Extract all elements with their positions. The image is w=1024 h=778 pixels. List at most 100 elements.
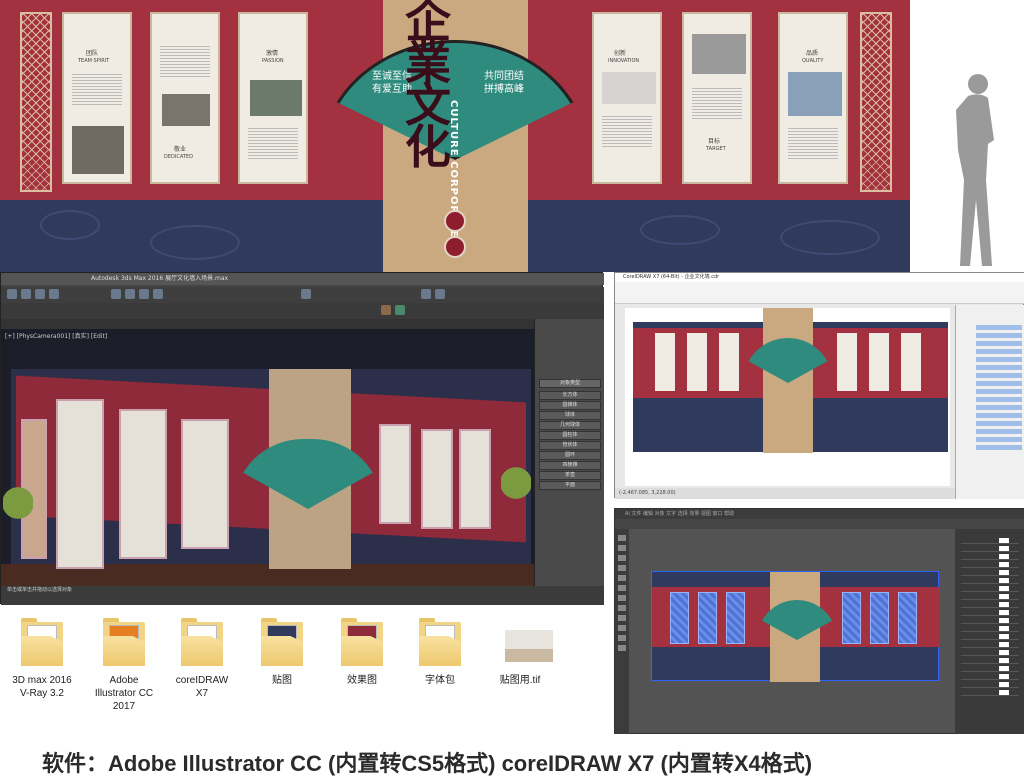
layer-row[interactable]	[961, 561, 1019, 568]
culture-panel: 目标 TARGET	[682, 12, 752, 184]
cmd-item[interactable]: 四棱锥	[539, 461, 601, 470]
unlink-icon[interactable]	[49, 289, 59, 299]
layer-row[interactable]	[961, 657, 1019, 664]
artboard[interactable]	[651, 571, 940, 682]
object-row[interactable]	[976, 405, 1022, 410]
panel-title-cn: 目标	[708, 138, 721, 145]
object-row[interactable]	[976, 349, 1022, 354]
rotate-icon[interactable]	[139, 289, 149, 299]
canvas-panel	[901, 333, 921, 391]
layer-row[interactable]	[961, 665, 1019, 672]
layer-row[interactable]	[961, 537, 1019, 544]
scene-panel	[421, 429, 453, 529]
tools-panel	[615, 529, 629, 735]
object-row[interactable]	[976, 421, 1022, 426]
cmd-item[interactable]: 长方体	[539, 391, 601, 400]
object-row[interactable]	[976, 341, 1022, 346]
render-icon[interactable]	[421, 289, 431, 299]
object-row[interactable]	[976, 333, 1022, 338]
folder-icon	[181, 618, 223, 668]
layer-row[interactable]	[961, 625, 1019, 632]
object-row[interactable]	[976, 429, 1022, 434]
viewport[interactable]: [+] [PhysCamera001] [真实] [Edit]	[1, 329, 534, 586]
scale-icon[interactable]	[153, 289, 163, 299]
layer-row[interactable]	[961, 585, 1019, 592]
render-setup-icon[interactable]	[435, 289, 445, 299]
scene-panel	[379, 424, 411, 524]
type-tool-icon[interactable]	[618, 565, 626, 571]
layer-row[interactable]	[961, 609, 1019, 616]
scale-tool-icon[interactable]	[618, 605, 626, 611]
file-item-tif[interactable]: 贴图用.tif	[490, 618, 553, 738]
layer-row[interactable]	[961, 617, 1019, 624]
plant-icon	[3, 479, 33, 539]
object-row[interactable]	[976, 365, 1022, 370]
lattice-screen	[860, 12, 892, 192]
panel-title-en: QUALITY	[802, 58, 824, 64]
folder-item-textures[interactable]: 贴图	[252, 618, 312, 738]
eyedropper-tool-icon[interactable]	[618, 625, 626, 631]
object-row[interactable]	[976, 397, 1022, 402]
layer-row[interactable]	[961, 577, 1019, 584]
cmd-item[interactable]: 平面	[539, 481, 601, 490]
object-row[interactable]	[976, 325, 1022, 330]
folder-item-fonts[interactable]: 字体包	[410, 618, 470, 738]
layer-row[interactable]	[961, 569, 1019, 576]
canvas-panel	[687, 333, 707, 391]
folder-item-renders[interactable]: 效果图	[332, 618, 392, 738]
menu-bar[interactable]: Ai 文件 编辑 对象 文字 选择 效果 视图 窗口 帮助	[615, 509, 1024, 519]
gradient-tool-icon[interactable]	[618, 615, 626, 621]
folder-item-3dmax[interactable]: 3D max 2016 V-Ray 3.2	[12, 618, 72, 738]
rotate-tool-icon[interactable]	[618, 595, 626, 601]
panel-body-text	[160, 44, 210, 78]
undo-icon[interactable]	[7, 289, 17, 299]
layer-row[interactable]	[961, 681, 1019, 688]
cmd-item[interactable]: 圆环	[539, 451, 601, 460]
object-row[interactable]	[976, 413, 1022, 418]
folder-item-coreldraw[interactable]: coreIDRAW X7	[172, 618, 232, 738]
layer-row[interactable]	[961, 601, 1019, 608]
layer-row[interactable]	[961, 673, 1019, 680]
folder-item-illustrator[interactable]: Adobe Illustrator CC 2017	[94, 618, 154, 738]
cmd-item[interactable]: 球体	[539, 411, 601, 420]
rectangle-tool-icon[interactable]	[618, 575, 626, 581]
pen-tool-icon[interactable]	[618, 555, 626, 561]
layer-row[interactable]	[961, 553, 1019, 560]
object-row[interactable]	[976, 389, 1022, 394]
object-row[interactable]	[976, 357, 1022, 362]
layer-row[interactable]	[961, 633, 1019, 640]
object-row[interactable]	[976, 373, 1022, 378]
viewport-label[interactable]: [+] [PhysCamera001] [真实] [Edit]	[5, 331, 107, 340]
object-row[interactable]	[976, 381, 1022, 386]
redo-icon[interactable]	[21, 289, 31, 299]
direct-selection-tool-icon[interactable]	[618, 545, 626, 551]
material-editor-icon[interactable]	[381, 305, 391, 315]
cmd-item[interactable]: 圆柱体	[539, 431, 601, 440]
folder-name: 效果图	[347, 675, 377, 686]
zoom-tool-icon[interactable]	[618, 645, 626, 651]
artboard-panel-selected	[726, 592, 745, 644]
drawing-canvas[interactable]	[625, 308, 950, 486]
selection-tool-icon[interactable]	[618, 535, 626, 541]
select-icon[interactable]	[111, 289, 121, 299]
layer-row[interactable]	[961, 689, 1019, 696]
snap-icon[interactable]	[301, 289, 311, 299]
layer-row[interactable]	[961, 593, 1019, 600]
object-row[interactable]	[976, 437, 1022, 442]
panel-title-cn: 敬业	[174, 146, 187, 153]
layer-row[interactable]	[961, 649, 1019, 656]
move-icon[interactable]	[125, 289, 135, 299]
cmd-item[interactable]: 管状体	[539, 441, 601, 450]
link-icon[interactable]	[35, 289, 45, 299]
cmd-item[interactable]: 几何球体	[539, 421, 601, 430]
layer-row[interactable]	[961, 545, 1019, 552]
object-row[interactable]	[976, 445, 1022, 450]
cmd-item[interactable]: 圆锥体	[539, 401, 601, 410]
panel-body-text	[248, 126, 298, 160]
hand-tool-icon[interactable]	[618, 635, 626, 641]
folder-name: 贴图	[272, 675, 292, 686]
cmd-item[interactable]: 茶壶	[539, 471, 601, 480]
environment-icon[interactable]	[395, 305, 405, 315]
layer-row[interactable]	[961, 641, 1019, 648]
brush-tool-icon[interactable]	[618, 585, 626, 591]
